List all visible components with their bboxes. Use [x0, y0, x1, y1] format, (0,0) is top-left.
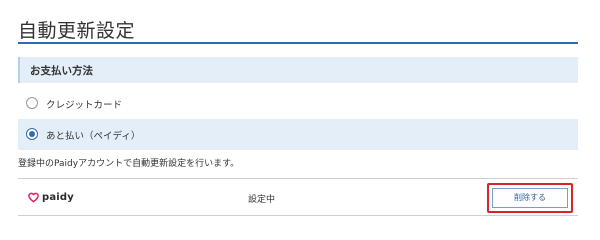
page-title: 自動更新設定	[18, 20, 136, 42]
delete-button[interactable]: 削除する	[492, 188, 568, 208]
payment-option-paidy-label[interactable]: あと払い（ペイディ）	[46, 128, 140, 142]
payment-option-credit-card[interactable]: クレジットカード	[18, 88, 578, 119]
registration-note: 登録中のPaidyアカウントで自動更新設定を行います。	[18, 159, 240, 169]
payment-method-header: お支払い方法	[18, 57, 578, 83]
radio-checked-icon[interactable]	[26, 128, 38, 140]
radio-unchecked-icon[interactable]	[26, 97, 38, 109]
title-divider	[18, 42, 578, 44]
paidy-logo-text: paidy	[42, 191, 75, 203]
delete-button-highlight: 削除する	[487, 183, 573, 213]
payment-method-header-label: お支払い方法	[30, 65, 93, 77]
paidy-logo-icon	[28, 192, 39, 203]
auto-renew-settings-page: 自動更新設定 お支払い方法 クレジットカード あと払い（ペイディ） 登録中のPa…	[0, 0, 600, 240]
paidy-status: 設定中	[248, 195, 276, 205]
payment-option-credit-card-label[interactable]: クレジットカード	[46, 97, 122, 111]
payment-option-paidy[interactable]: あと払い（ペイディ）	[18, 119, 578, 150]
paidy-logo: paidy	[28, 190, 74, 204]
paidy-account-row: paidy 設定中 削除する	[18, 178, 578, 216]
